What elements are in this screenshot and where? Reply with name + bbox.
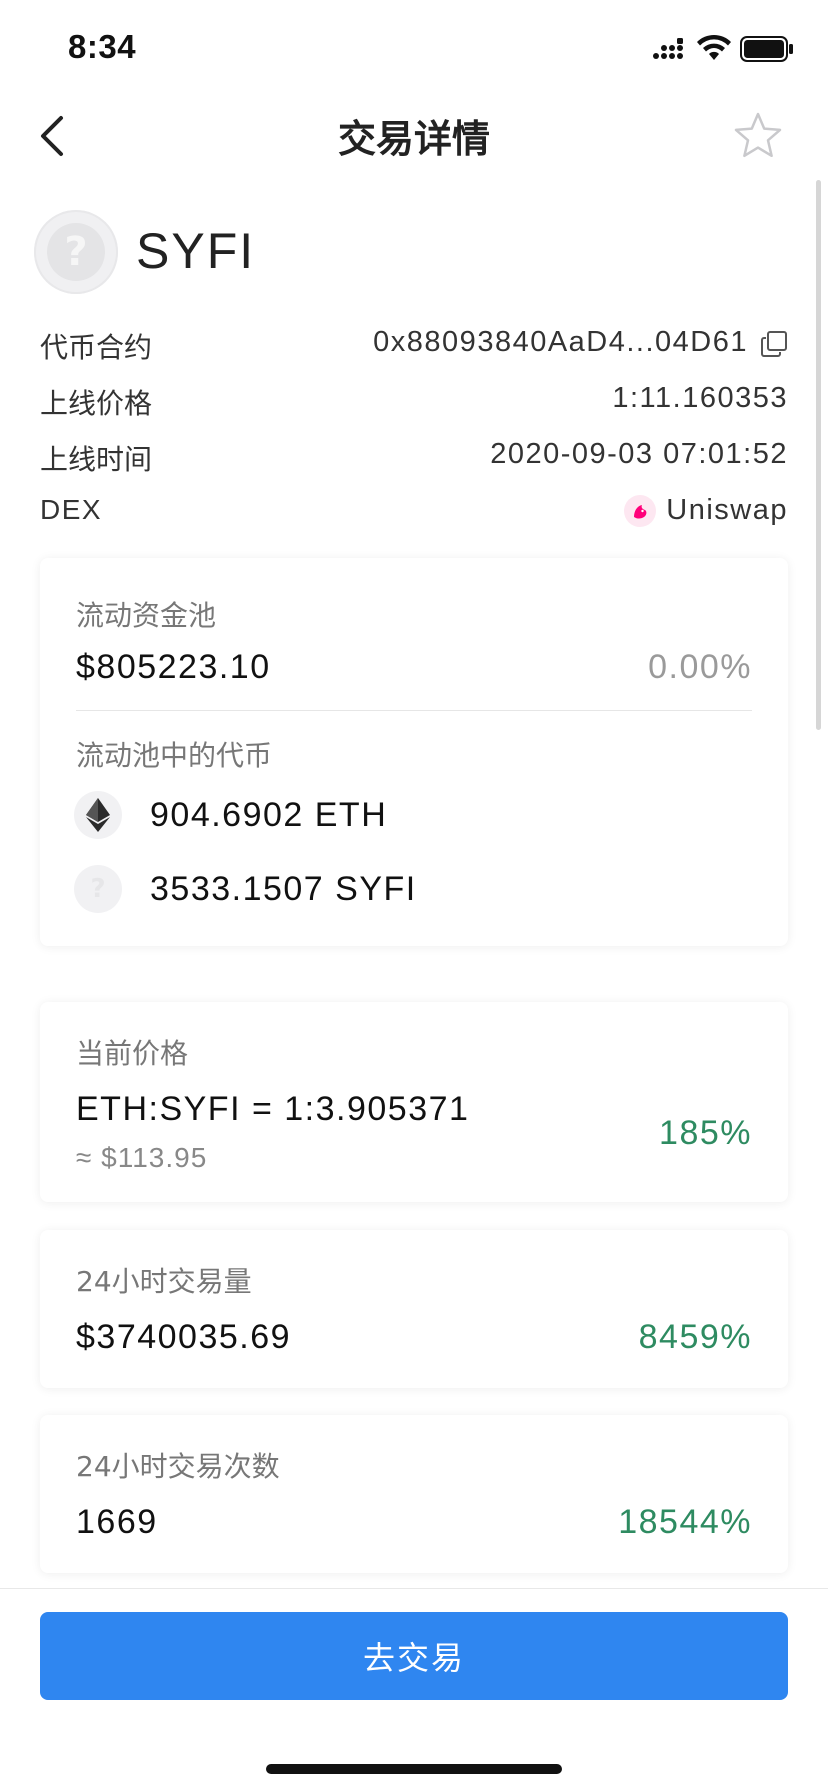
launch-price-label: 上线价格 [40,387,153,420]
info-row-dex: DEX Uniswap [40,486,788,542]
token-info: 代币合约 0x88093840AaD4...04D61 上线价格 1:11.16… [40,318,788,542]
volume-24h-card: 24小时交易量 $3740035.69 8459% [40,1230,788,1388]
pool-token-eth: 904.6902 ETH [74,790,387,840]
nav-bar: 交易详情 [0,96,828,188]
unknown-token-glyph: ? [90,874,106,904]
liquidity-pool-value: $805223.10 [76,648,271,686]
liquidity-pool-card: 流动资金池 $805223.10 0.00% 流动池中的代币 904.6902 … [40,558,788,946]
current-price-card: 当前价格 ETH:SYFI = 1:3.905371 ≈ $113.95 185… [40,1002,788,1202]
trades-24h-value: 1669 [76,1503,158,1541]
scrollbar[interactable] [816,180,821,730]
ethereum-icon [74,791,122,839]
contract-address: 0x88093840AaD4...04D61 [373,326,748,358]
status-time: 8:34 [68,28,137,65]
volume-24h-change: 8459% [638,1318,752,1356]
current-price-value: ETH:SYFI = 1:3.905371 [76,1090,470,1128]
contract-label: 代币合约 [40,331,153,364]
cellular-signal-icon [653,38,683,59]
star-outline-icon [734,112,782,158]
unknown-token-icon: ? [74,865,122,913]
bottom-divider [0,1588,828,1589]
wifi-icon [697,34,731,60]
favorite-button[interactable] [730,108,786,164]
info-row-contract: 代币合约 0x88093840AaD4...04D61 [40,318,788,374]
info-row-launch-time: 上线时间 2020-09-03 07:01:52 [40,430,788,486]
trades-24h-label: 24小时交易次数 [76,1450,280,1483]
liquidity-pool-label: 流动资金池 [76,599,217,632]
dex-name: Uniswap [666,494,788,526]
liquidity-pool-change: 0.00% [648,648,752,686]
pool-token-amount: 904.6902 ETH [150,795,388,834]
launch-time-label: 上线时间 [40,443,153,476]
page-title: 交易详情 [337,117,490,161]
card-divider [76,710,752,711]
pool-token-amount: 3533.1507 SYFI [150,869,417,908]
dex-label: DEX [40,494,103,525]
launch-price-value: 1:11.160353 [612,382,788,414]
copy-icon[interactable] [760,330,788,358]
uniswap-icon [624,494,657,527]
home-indicator [266,1764,562,1774]
pool-tokens-label: 流动池中的代币 [76,739,273,772]
trades-24h-card: 24小时交易次数 1669 18544% [40,1415,788,1573]
token-header: ? SYFI [34,210,434,296]
status-bar: 8:34 [0,0,828,96]
battery-icon [740,36,793,62]
trades-24h-change: 18544% [618,1503,752,1541]
token-symbol: SYFI [136,223,256,279]
volume-24h-value: $3740035.69 [76,1318,292,1356]
unknown-token-icon: ? [47,223,105,281]
current-price-usd: ≈ $113.95 [76,1142,208,1173]
launch-time-value: 2020-09-03 07:01:52 [490,438,788,470]
token-logo: ? [34,210,118,294]
current-price-label: 当前价格 [76,1037,189,1070]
info-row-launch-price: 上线价格 1:11.160353 [40,374,788,430]
go-trade-button[interactable]: 去交易 [40,1612,788,1700]
dex-value: Uniswap [624,494,788,527]
current-price-change: 185% [659,1114,752,1152]
volume-24h-label: 24小时交易量 [76,1265,252,1298]
screen: 8:34 交易详情 ? SYFI 代币合约 0x88093840AaD4...0… [0,0,828,1792]
pool-token-syfi: ? 3533.1507 SYFI [74,864,417,914]
